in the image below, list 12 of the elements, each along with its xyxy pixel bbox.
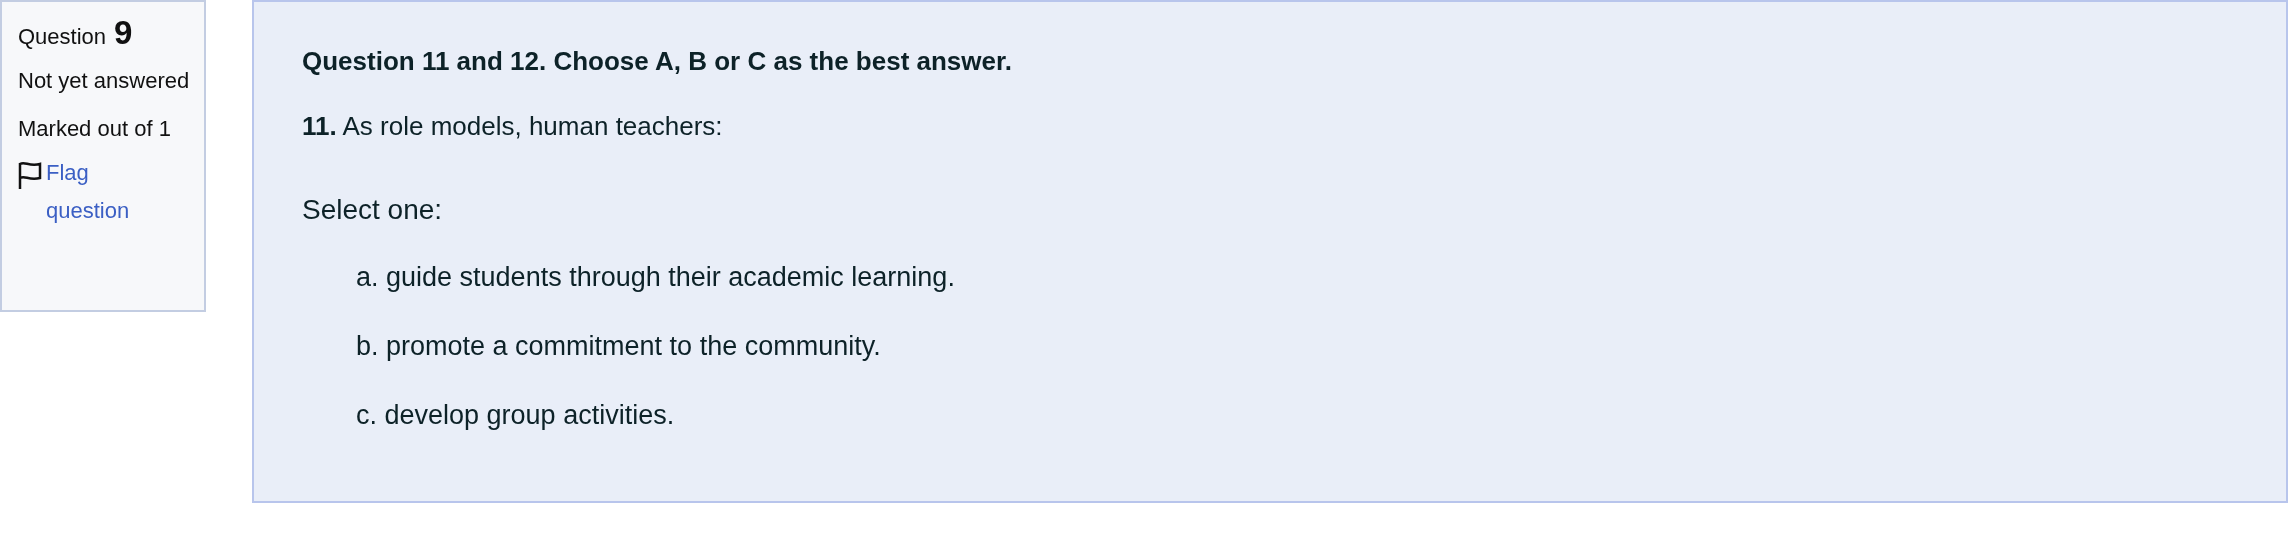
flag-question-link[interactable]: Flag question [46,154,156,230]
instruction-text: Select one: [302,194,444,226]
flag-icon [18,160,42,190]
marks-text: Marked out of 1 [18,115,172,143]
answer-status: Not yet answered [18,67,191,95]
question-label: Question [18,24,107,50]
question-prompt: 11. As role models, human teachers: [302,111,724,142]
answer-option[interactable]: c. develop group activities. [356,400,2286,431]
question-number: 9 [114,14,133,52]
question-heading: Question 11 and 12. Choose A, B or C as the best answer. [302,46,1013,77]
answer-option[interactable]: a. guide students through their academic learning. [356,262,2286,293]
answer-option[interactable]: b. promote a commitment to the community. [356,331,2286,362]
